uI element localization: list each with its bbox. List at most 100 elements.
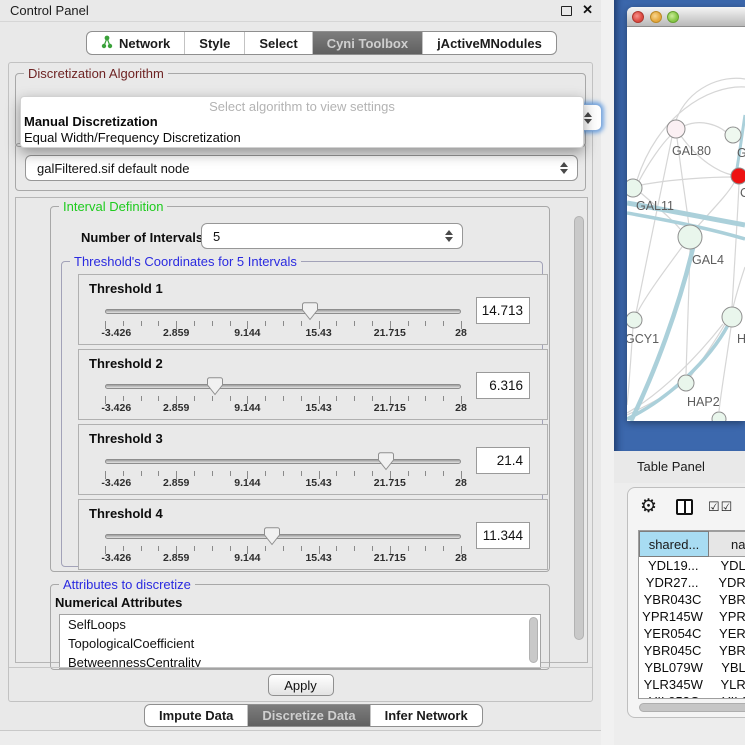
threshold-3-slider[interactable] (105, 452, 461, 470)
cell-name[interactable]: YER0 (706, 625, 745, 642)
table-data-combobox[interactable]: galFiltered.sif default node (25, 155, 578, 181)
slider-thumb[interactable] (302, 302, 318, 321)
network-node-label: GAL11 (636, 199, 674, 213)
cell-name[interactable]: YLR3 (707, 676, 745, 693)
table-panel: ⚙ ☑☑ shared... na YDL19...YDL1YDR27...YD… (627, 487, 745, 718)
threshold-4-value[interactable]: 11.344 (476, 522, 530, 549)
settings-vertical-scrollbar[interactable] (573, 202, 585, 656)
attributes-group: Attributes to discretize Numerical Attri… (50, 584, 550, 670)
cell-name[interactable]: YDL1 (707, 557, 745, 574)
cell-shared-name[interactable]: YIL053C (639, 693, 709, 699)
tab-select[interactable]: Select (245, 32, 312, 54)
algorithm-popup-item[interactable]: Manual Discretization (21, 114, 583, 130)
cell-shared-name[interactable]: YDL19... (639, 557, 707, 574)
cell-shared-name[interactable]: YDR27... (639, 574, 705, 591)
table-row[interactable]: YDR27...YDR2 (639, 574, 745, 591)
gear-icon[interactable]: ⚙ (640, 495, 657, 518)
tab-impute-data[interactable]: Impute Data (145, 705, 248, 726)
table-row[interactable]: YBR045CYBR0 (639, 642, 745, 659)
threshold-3-value[interactable]: 21.4 (476, 447, 530, 474)
numerical-attribute-item[interactable]: SelfLoops (60, 615, 540, 634)
tab-network[interactable]: Network (87, 32, 185, 54)
table-row[interactable]: YER054CYER0 (639, 625, 745, 642)
tab-style[interactable]: Style (185, 32, 245, 54)
float-window-icon[interactable] (561, 6, 572, 16)
numerical-attribute-item[interactable]: TopologicalCoefficient (60, 634, 540, 653)
network-edge[interactable] (676, 78, 745, 120)
network-view-window: GAL80GCGAL11GAL4GCY1HHAP2 (627, 7, 745, 421)
network-node-G[interactable] (725, 127, 741, 143)
column-header-shared-name[interactable]: shared... (639, 531, 709, 557)
cell-name[interactable]: YBR0 (706, 642, 745, 659)
threshold-2-slider[interactable] (105, 377, 461, 395)
discretization-algorithm-group: Discretization Algorithm Select algorith… (15, 73, 586, 147)
network-node-HAP2[interactable] (678, 375, 694, 391)
tab-discretize-data[interactable]: Discretize Data (248, 705, 370, 726)
table-row[interactable]: YIL053CYIL0 (639, 693, 745, 699)
number-of-intervals-combobox[interactable]: 5 (201, 223, 463, 249)
tab-jactivemnodules[interactable]: jActiveMNodules (423, 32, 556, 54)
cell-name[interactable]: YPR1 (706, 608, 745, 625)
table-data-group: Table Data galFiltered.sif default node (15, 143, 586, 191)
apply-button[interactable]: Apply (268, 674, 334, 696)
cell-shared-name[interactable]: YBL079W (639, 659, 708, 676)
network-canvas[interactable]: GAL80GCGAL11GAL4GCY1HHAP2 (627, 27, 745, 421)
cell-name[interactable]: YBL0 (708, 659, 745, 676)
algorithm-popup-item[interactable]: Equal Width/Frequency Discretization (21, 130, 583, 146)
slider-track (105, 309, 461, 314)
close-icon[interactable]: ✕ (582, 2, 593, 18)
threshold-2-value[interactable]: 6.316 (476, 372, 530, 399)
cell-shared-name[interactable]: YPR145W (639, 608, 706, 625)
attributes-scrollbar[interactable] (528, 616, 539, 667)
slider-tick-labels: -3.4262.8599.14415.4321.71528 (105, 402, 461, 414)
cell-name[interactable]: YDR2 (705, 574, 745, 591)
cell-shared-name[interactable]: YBR045C (639, 642, 706, 659)
threshold-2-label: Threshold 2 (89, 356, 163, 371)
network-node-label: G (737, 146, 745, 160)
threshold-1-value[interactable]: 14.713 (476, 297, 530, 324)
cell-shared-name[interactable]: YER054C (639, 625, 706, 642)
network-node-C-red[interactable] (731, 168, 745, 184)
network-node-GAL80[interactable] (667, 120, 685, 138)
column-selector-icon[interactable] (676, 499, 693, 515)
network-node-label: C (740, 186, 745, 200)
table-row[interactable]: YPR145WYPR1 (639, 608, 745, 625)
network-edge[interactable] (684, 123, 726, 132)
network-edge[interactable] (641, 177, 732, 185)
network-node-GAL4[interactable] (678, 225, 702, 249)
tab-cyni-toolbox[interactable]: Cyni Toolbox (313, 32, 423, 54)
threshold-1-slider[interactable] (105, 302, 461, 320)
column-header-name[interactable]: na (709, 531, 745, 557)
table-row[interactable]: YLR345WYLR3 (639, 676, 745, 693)
close-traffic-light-icon[interactable] (632, 11, 644, 23)
threshold-4-slider[interactable] (105, 527, 461, 545)
table-horizontal-scrollbar[interactable] (638, 702, 745, 713)
cell-shared-name[interactable]: YLR345W (639, 676, 707, 693)
network-node-GCY1[interactable] (627, 312, 642, 328)
algorithm-placeholder-item[interactable]: Select algorithm to view settings (21, 97, 583, 114)
table-row[interactable]: YDL19...YDL1 (639, 557, 745, 574)
thresholds-group: Threshold's Coordinates for 5 Intervals … (61, 261, 543, 567)
slider-thumb[interactable] (207, 377, 223, 396)
network-node-H[interactable] (722, 307, 742, 327)
network-node-GAL11[interactable] (627, 179, 642, 197)
table-row[interactable]: YBL079WYBL0 (639, 659, 745, 676)
network-edge[interactable] (733, 267, 745, 308)
maximize-traffic-light-icon[interactable] (667, 11, 679, 23)
network-edge[interactable] (637, 247, 682, 313)
slider-thumb[interactable] (378, 452, 394, 471)
slider-thumb[interactable] (264, 527, 280, 546)
panel-divider[interactable] (601, 0, 614, 745)
cell-shared-name[interactable]: YBR043C (639, 591, 706, 608)
cell-name[interactable]: YIL0 (709, 693, 745, 699)
minimize-traffic-light-icon[interactable] (650, 11, 662, 23)
tab-infer-network[interactable]: Infer Network (371, 705, 482, 726)
checkboxes-icon[interactable]: ☑☑ (708, 499, 733, 515)
network-node-partial[interactable] (712, 412, 726, 421)
table-row[interactable]: YBR043CYBR0 (639, 591, 745, 608)
threshold-4-panel: Threshold 4 -3.4262.8599.14415.4321.7152… (78, 499, 548, 570)
number-of-intervals-value: 5 (213, 229, 220, 244)
network-node-label: GCY1 (627, 332, 659, 346)
cell-name[interactable]: YBR0 (706, 591, 745, 608)
combo-arrows-icon (584, 112, 592, 124)
